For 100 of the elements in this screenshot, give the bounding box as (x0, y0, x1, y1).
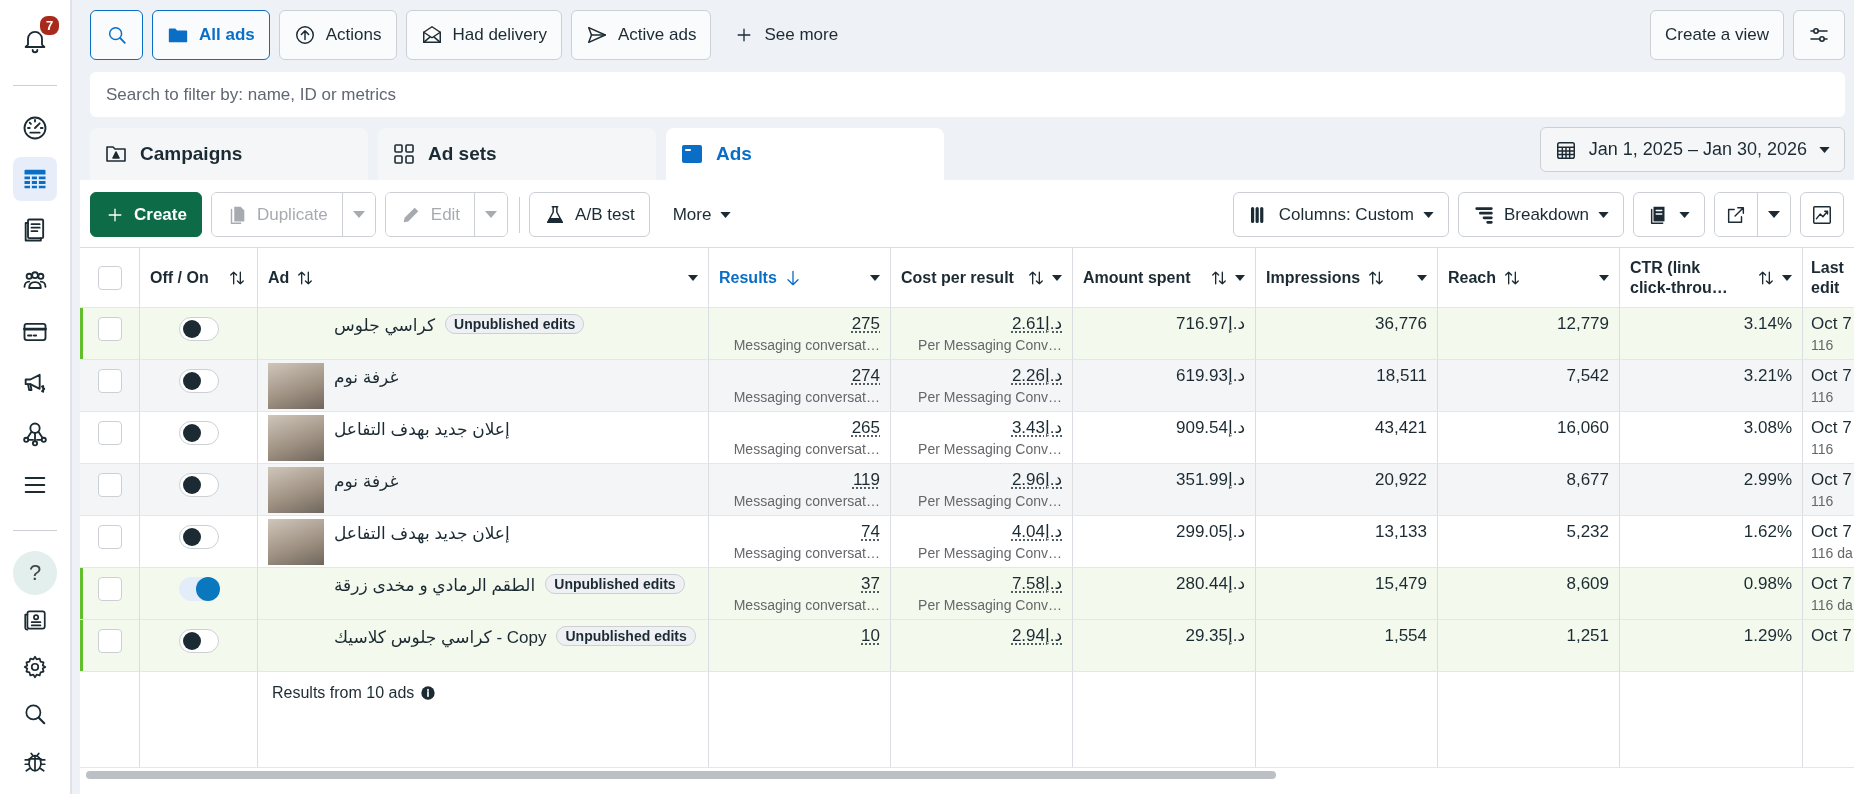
table-cell-text: 0.98% (1742, 573, 1792, 595)
table-cell-text: 10 (860, 625, 880, 647)
cell-subtext: Messaging conversat… (732, 544, 880, 563)
reports-button[interactable] (1633, 192, 1705, 237)
table-cell-text: 20,922 (1374, 469, 1427, 491)
table-cell-text: Oct 7 (1811, 625, 1853, 647)
table-cell-text: 716.97د.إ (1174, 313, 1245, 335)
row-checkbox[interactable] (97, 369, 122, 393)
table-cell-text: Oct 7 (1811, 313, 1853, 335)
ad-square-icon (680, 142, 704, 166)
ad-name[interactable]: إعلان جديد بهدف التفاعل (334, 419, 510, 440)
caret-icon (1052, 274, 1062, 281)
toggle-switch[interactable] (178, 577, 219, 601)
table-cell-text: 280.44د.إ (1174, 573, 1245, 595)
toggle-switch[interactable] (178, 369, 219, 393)
cell-subtext: 116 da (1811, 596, 1854, 615)
create-button[interactable]: Create (90, 192, 202, 237)
caret-icon (1782, 274, 1792, 281)
toggle-switch[interactable] (178, 421, 219, 445)
toggle-switch[interactable] (178, 317, 219, 341)
date-range-button[interactable]: Jan 1, 2025 – Jan 30, 2026 (1539, 127, 1845, 172)
table-cell-text: 8,609 (1565, 573, 1609, 595)
table-cell-text: 18,511 (1375, 365, 1427, 387)
horizontal-scrollbar[interactable] (86, 771, 1276, 779)
search-button[interactable] (90, 10, 143, 60)
table-cell-text: 36,776 (1374, 313, 1427, 335)
breakdown-button[interactable]: Breakdown (1457, 192, 1624, 237)
caret-icon (1235, 274, 1245, 281)
status-badge: Unpublished edits (545, 574, 685, 594)
see-more-button[interactable]: See more (720, 10, 853, 60)
ad-name[interactable]: كراسي جلوس كلاسيك - Copy (334, 627, 547, 648)
view-settings-button[interactable] (1793, 10, 1845, 60)
filter-button[interactable]: Actions (278, 10, 397, 60)
table-cell-text: 1.62% (1742, 521, 1792, 543)
table-cell-text: 119 (851, 469, 880, 491)
caret-icon (352, 211, 365, 218)
level-tab[interactable]: Campaigns (90, 128, 368, 180)
status-badge: Unpublished edits (556, 626, 696, 646)
info-icon (420, 685, 437, 701)
level-tab[interactable]: Ad sets (378, 128, 656, 180)
column-header[interactable]: Ad (268, 267, 290, 288)
table-cell-text: Oct 7 (1811, 521, 1853, 543)
cell-subtext: Messaging conversat… (732, 440, 880, 459)
more-button[interactable]: More (658, 192, 746, 237)
notification-badge: 7 (38, 14, 61, 37)
status-badge: Unpublished edits (445, 314, 585, 334)
row-checkbox[interactable] (97, 473, 122, 497)
row-checkbox[interactable] (97, 577, 122, 601)
toggle-switch[interactable] (178, 525, 219, 549)
level-tab[interactable]: Ads (666, 128, 944, 180)
table-cell-text: 3.08% (1742, 417, 1792, 439)
ab-test-button[interactable]: A/B test (529, 192, 650, 237)
arrow-up-circle-icon (293, 24, 316, 46)
cell-subtext: 116 (1811, 440, 1835, 459)
column-header[interactable]: Impressions (1266, 267, 1361, 288)
settings-icon (22, 654, 48, 680)
export-menu-button[interactable] (1757, 193, 1790, 236)
column-header[interactable]: CTR (link click-throu… (1630, 257, 1744, 298)
column-header[interactable]: Off / On (150, 267, 209, 288)
table-cell-text: 3.14% (1742, 313, 1792, 335)
filter-button[interactable]: Active ads (571, 10, 712, 60)
toggle-switch[interactable] (178, 629, 219, 653)
table-cell-text: 1.29% (1742, 625, 1792, 647)
ad-name[interactable]: الطقم الرمادي و مخدى زرقة (334, 575, 536, 596)
table-cell-text: 909.54د.إ (1174, 417, 1245, 439)
table-cell-text: 8,677 (1565, 469, 1609, 491)
filter-button[interactable]: All ads (152, 10, 270, 60)
help-button[interactable]: ? (13, 551, 57, 595)
column-header[interactable]: Amount spent (1083, 267, 1191, 288)
results-summary: Results from 10 ads (272, 684, 415, 702)
ad-name[interactable]: غرفة نوم (334, 471, 399, 492)
grid-icon (392, 142, 416, 166)
column-header[interactable]: Reach (1448, 267, 1497, 288)
column-header[interactable]: Results (719, 267, 777, 288)
caret-icon (1422, 211, 1434, 218)
column-header[interactable]: Last edit (1811, 257, 1854, 298)
column-header[interactable]: Cost per result (901, 267, 1014, 288)
search-field[interactable]: Search to filter by: name, ID or metrics (90, 72, 1845, 117)
row-checkbox[interactable] (97, 421, 122, 445)
table-cell-text: 2.61د.إ (1010, 313, 1062, 335)
table-cell-text: 13,133 (1374, 521, 1427, 543)
ad-name[interactable]: إعلان جديد بهدف التفاعل (334, 523, 510, 544)
cell-subtext: Per Messaging Conv… (917, 544, 1062, 563)
table-cell-text: 16,060 (1556, 417, 1609, 439)
ad-name[interactable]: غرفة نوم (334, 367, 399, 388)
ad-name[interactable]: كراسي جلوس (334, 315, 435, 336)
table-cell-text: 619.93د.إ (1174, 365, 1245, 387)
cell-subtext: Per Messaging Conv… (917, 440, 1062, 459)
columns-button[interactable]: Columns: Custom (1232, 192, 1449, 237)
charts-button[interactable] (1800, 192, 1844, 237)
create-view-button[interactable]: Create a view (1650, 10, 1784, 60)
filter-button[interactable]: Had delivery (405, 10, 562, 60)
row-checkbox[interactable] (97, 525, 122, 549)
row-checkbox[interactable] (97, 629, 122, 653)
cell-subtext: Messaging conversat… (732, 492, 880, 511)
toggle-switch[interactable] (178, 473, 219, 497)
cell-subtext: Per Messaging Conv… (917, 492, 1062, 511)
table-cell-text: 7,542 (1565, 365, 1609, 387)
row-checkbox[interactable] (97, 317, 122, 341)
select-all-checkbox[interactable] (97, 265, 122, 290)
